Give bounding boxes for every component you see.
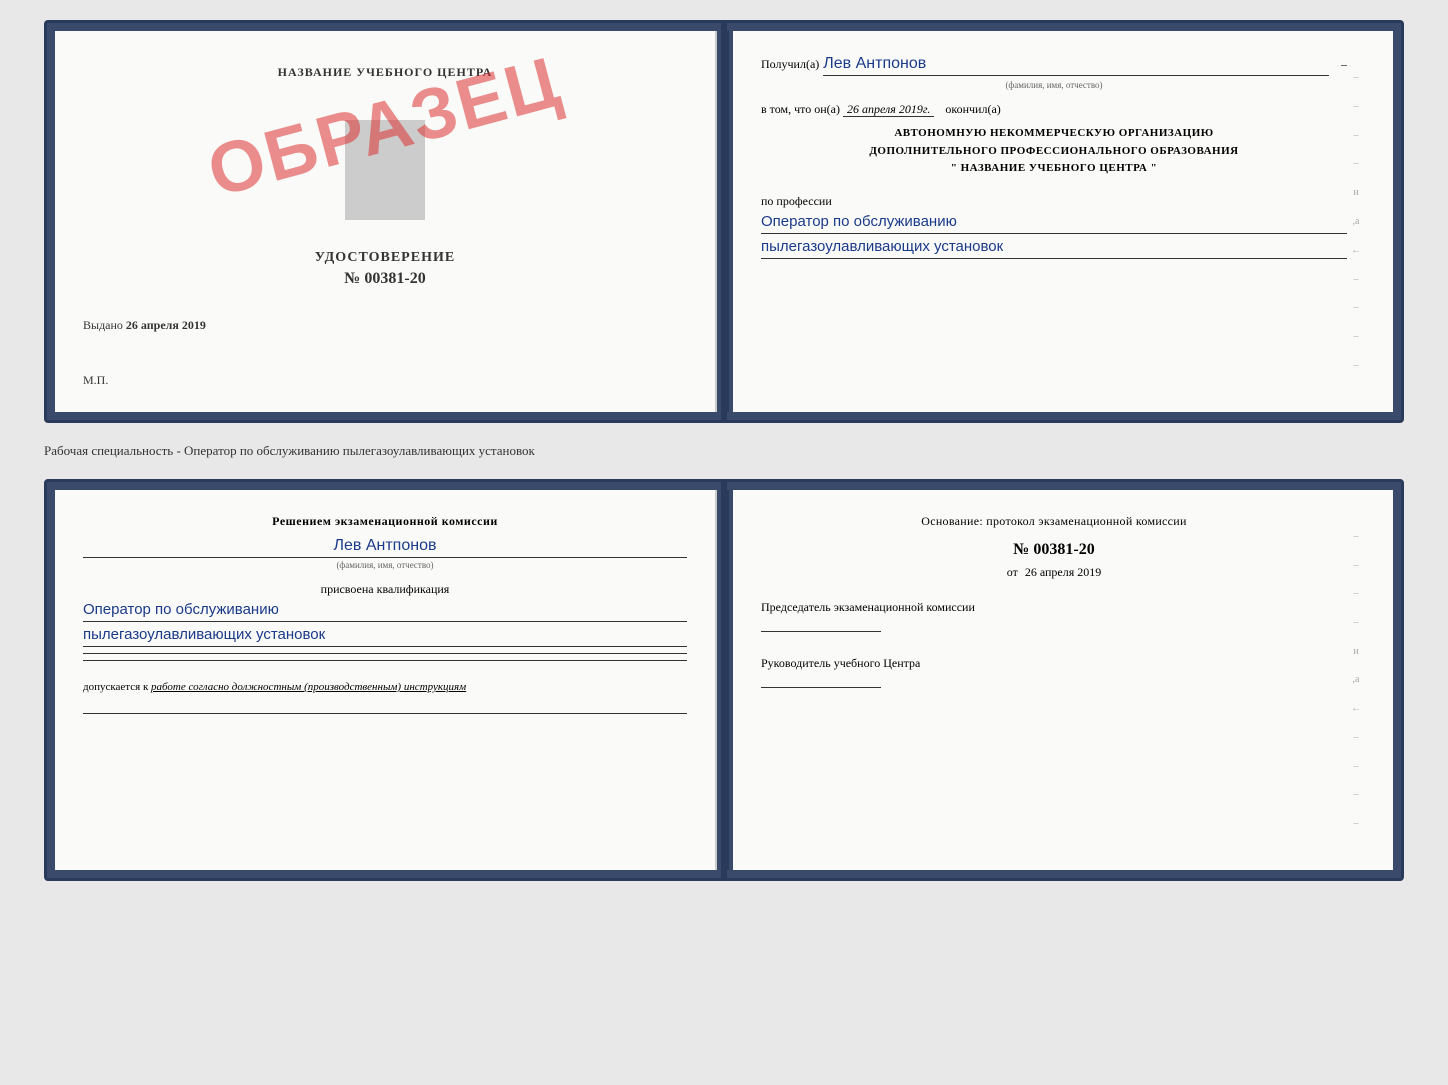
bottom-right-decorations: – – – – и ,а ← – – – – [1347,514,1365,846]
protocol-number-bottom: № 00381-20 [761,541,1347,559]
po-professii-label: по профессии [761,194,1347,209]
bottom-book-spine [721,490,729,870]
profession-line2-top: пылегазоулавливающих установок [761,238,1347,259]
vydano-label: Выдано [83,318,123,332]
b-deco-9: – [1354,761,1359,772]
komissia-name: Лев Антпонов [83,537,687,558]
top-book-spine [721,31,729,412]
ot-label: от [1007,565,1018,579]
vtom-label: в том, что он(а) [761,102,840,116]
mp-line: М.П. [83,373,687,388]
vtom-line: в том, что он(а) 26 апреля 2019г. окончи… [761,102,1347,117]
b-deco-11: – [1354,818,1359,829]
bottom-right-content: Основание: протокол экзаменационной коми… [761,514,1347,846]
rukovoditel-label: Руководитель учебного Центра [761,656,1347,671]
poluchil-label: Получил(а) [761,57,819,72]
rukovoditel-sig-line [761,687,881,688]
protocol-date-bottom: от 26 апреля 2019 [761,565,1347,580]
b-deco-3: – [1354,588,1359,599]
deco-10: – [1354,331,1359,342]
osnovanie-label: Основание: протокол экзаменационной коми… [761,514,1347,529]
prisvoena-label: присвоена квалификация [83,582,687,597]
top-certificate-book: НАЗВАНИЕ УЧЕБНОГО ЦЕНТРА ОБРАЗЕЦ УДОСТОВ… [44,20,1404,423]
top-left-page: НАЗВАНИЕ УЧЕБНОГО ЦЕНТРА ОБРАЗЕЦ УДОСТОВ… [55,31,717,412]
b-deco-8: – [1354,732,1359,743]
poluchil-name: Лев Антпонов [823,55,1329,76]
vydano-line: Выдано 26 апреля 2019 [83,318,687,333]
vtom-date: 26 апреля 2019г. [843,102,934,117]
org-line2: ДОПОЛНИТЕЛЬНОГО ПРОФЕССИОНАЛЬНОГО ОБРАЗО… [761,143,1347,161]
top-right-content: Получил(а) Лев Антпонов – (фамилия, имя,… [761,55,1347,388]
deco-7: ← [1351,245,1361,256]
deco-2: – [1354,101,1359,112]
b-deco-4: – [1354,617,1359,628]
b-deco-6: ,а [1353,674,1360,685]
deco-6: ,а [1353,216,1360,227]
b-deco-1: – [1354,531,1359,542]
deco-11: – [1354,360,1359,371]
resheniyem-label: Решением экзаменационной комиссии [83,514,687,529]
deco-4: – [1354,158,1359,169]
predsedatel-label: Председатель экзаменационной комиссии [761,600,1347,615]
bottom-left-page: Решением экзаменационной комиссии Лев Ан… [55,490,717,870]
deco-9: – [1354,302,1359,313]
poluchil-row: Получил(а) Лев Антпонов – [761,55,1347,76]
separator-text: Рабочая специальность - Оператор по обсл… [44,439,1404,463]
udostoverenie-label: УДОСТОВЕРЕНИЕ [315,250,455,266]
deco-8: – [1354,274,1359,285]
predsedatel-sig-line [761,631,881,632]
b-deco-10: – [1354,789,1359,800]
okonchil-label: окончил(а) [945,102,1000,116]
bottom-certificate-book: Решением экзаменационной комиссии Лев Ан… [44,479,1404,881]
bottom-right-page: Основание: протокол экзаменационной коми… [733,490,1393,870]
kvalif-line2: пылегазоулавливающих установок [83,626,687,647]
top-right-decorations: – – – – и ,а ← – – – – [1347,55,1365,388]
dopusk-label: допускается к [83,681,148,693]
org-line1: АВТОНОМНУЮ НЕКОММЕРЧЕСКУЮ ОРГАНИЗАЦИЮ [761,125,1347,143]
b-deco-2: – [1354,560,1359,571]
photo-placeholder [345,120,425,220]
rukovoditel-block: Руководитель учебного Центра [761,656,1347,692]
dopusk-line: допускается к работе согласно должностны… [83,681,687,693]
protocol-date-val: 26 апреля 2019 [1025,565,1101,579]
dopusk-text: работе согласно должностным (производств… [151,681,466,693]
org-block: АВТОНОМНУЮ НЕКОММЕРЧЕСКУЮ ОРГАНИЗАЦИЮ ДО… [761,125,1347,178]
fio-subtitle-top: (фамилия, имя, отчество) [761,80,1347,90]
predsedatel-block: Председатель экзаменационной комиссии [761,600,1347,636]
fio-subtitle-bottom: (фамилия, имя, отчество) [83,560,687,570]
b-deco-5: и [1353,646,1358,657]
profession-line1-top: Оператор по обслуживанию [761,213,1347,234]
deco-5: и [1353,187,1358,198]
deco-3: – [1354,130,1359,141]
deco-1: – [1354,72,1359,83]
vydano-date: 26 апреля 2019 [126,318,206,332]
cert-number-top: № 00381-20 [344,270,425,288]
top-right-page: Получил(а) Лев Антпонов – (фамилия, имя,… [733,31,1393,412]
org-line3: " НАЗВАНИЕ УЧЕБНОГО ЦЕНТРА " [761,160,1347,178]
kvalif-line1: Оператор по обслуживанию [83,601,687,622]
top-left-title: НАЗВАНИЕ УЧЕБНОГО ЦЕНТРА [83,65,687,80]
b-deco-7: ← [1351,703,1361,714]
